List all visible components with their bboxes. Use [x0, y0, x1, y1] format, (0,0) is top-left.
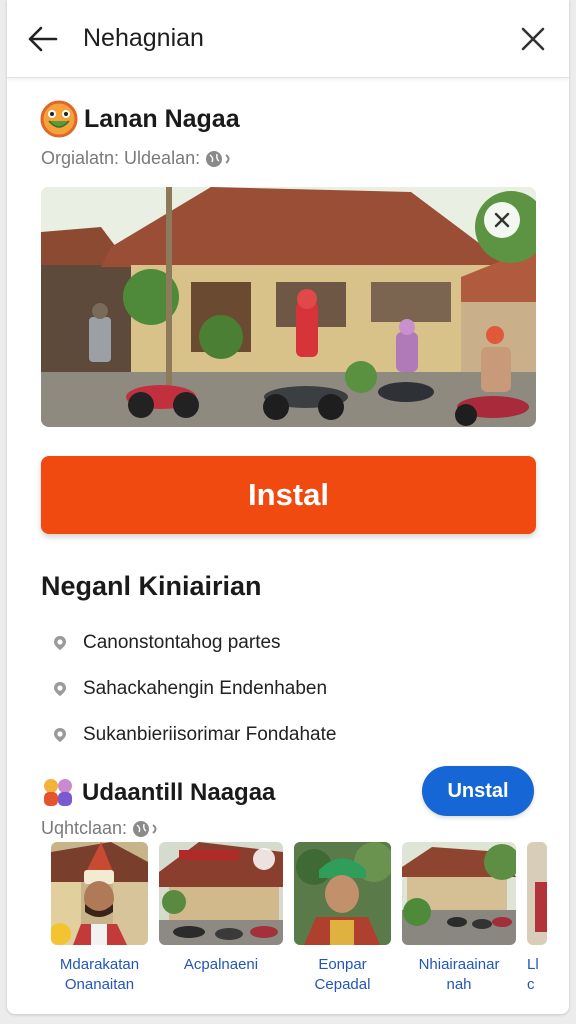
top-bar: Nehagnian	[7, 0, 569, 78]
page-title: Nehagnian	[83, 24, 204, 52]
hero-close-icon[interactable]	[484, 202, 520, 238]
app-header: Lanan Nagaa	[7, 78, 569, 138]
carousel-caption: Acpalnaeni	[183, 956, 259, 973]
app-window: Nehagnian Lanan Nagaa Orgialatn: Uldeala…	[7, 0, 569, 1014]
feature-list: Canonstontahog partes Sahackahengin Ende…	[51, 620, 569, 758]
globe-icon	[133, 820, 157, 837]
list-item: Sahackahengin Endenhaben	[51, 666, 569, 712]
feature-text: Sukanbieriisorimar Fondahate	[83, 724, 337, 745]
thumbnail-image	[159, 842, 283, 945]
carousel-caption: Nhiairaainar nah	[418, 956, 500, 993]
install-small-button[interactable]: Unstal	[422, 766, 534, 816]
install-button[interactable]: Instal	[41, 456, 536, 534]
carousel-item[interactable]: Nhiairaainar nah	[402, 842, 516, 995]
carousel-caption: Eonpar Cepadal	[314, 956, 371, 993]
features-title: Neganl Kiniairian	[41, 571, 262, 601]
thumbnail-image	[527, 842, 547, 945]
smiley-logo-icon	[40, 100, 78, 138]
thumbnail-image	[294, 842, 391, 945]
carousel-item[interactable]: Acpalnaeni	[159, 842, 283, 995]
feature-text: Canonstontahog partes	[83, 632, 281, 653]
carousel-item[interactable]: Eonpar Cepadal	[294, 842, 391, 995]
location-pin-icon	[54, 636, 66, 650]
app-meta: Orgialatn: Uldealan:	[7, 138, 569, 169]
location-pin-icon	[54, 682, 66, 696]
thumbnail-image	[402, 842, 516, 945]
recommended-meta-text: Uqhtclaan:	[41, 818, 128, 838]
carousel-caption: Mdarakatan Onanaitan	[59, 956, 140, 993]
list-item: Sukanbieriisorimar Fondahate	[51, 712, 569, 758]
recommended-title: Udaantill Naagaa	[82, 779, 276, 806]
thumbnail-image	[51, 842, 148, 945]
close-icon[interactable]	[517, 23, 549, 55]
recommended-carousel: Mdarakatan Onanaitan Acpalnaeni Eonpar C…	[51, 842, 569, 995]
carousel-caption: Ll c	[527, 956, 539, 993]
list-item: Canonstontahog partes	[51, 620, 569, 666]
location-pin-icon	[54, 728, 66, 742]
hero-image	[41, 187, 536, 427]
recommended-header: Udaantill Naagaa Unstal	[40, 766, 569, 816]
app-meta-text: Orgialatn: Uldealan:	[41, 148, 201, 168]
people-icon	[44, 779, 72, 806]
app-name: Lanan Nagaa	[84, 104, 240, 133]
arrow-left-icon[interactable]	[27, 23, 59, 55]
recommended-meta: Uqhtclaan:	[41, 818, 569, 839]
carousel-item[interactable]: Ll c	[527, 842, 547, 995]
feature-text: Sahackahengin Endenhaben	[83, 678, 328, 699]
refresh-icon[interactable]	[253, 848, 275, 870]
carousel-item[interactable]: Mdarakatan Onanaitan	[51, 842, 148, 995]
globe-icon	[206, 150, 230, 167]
